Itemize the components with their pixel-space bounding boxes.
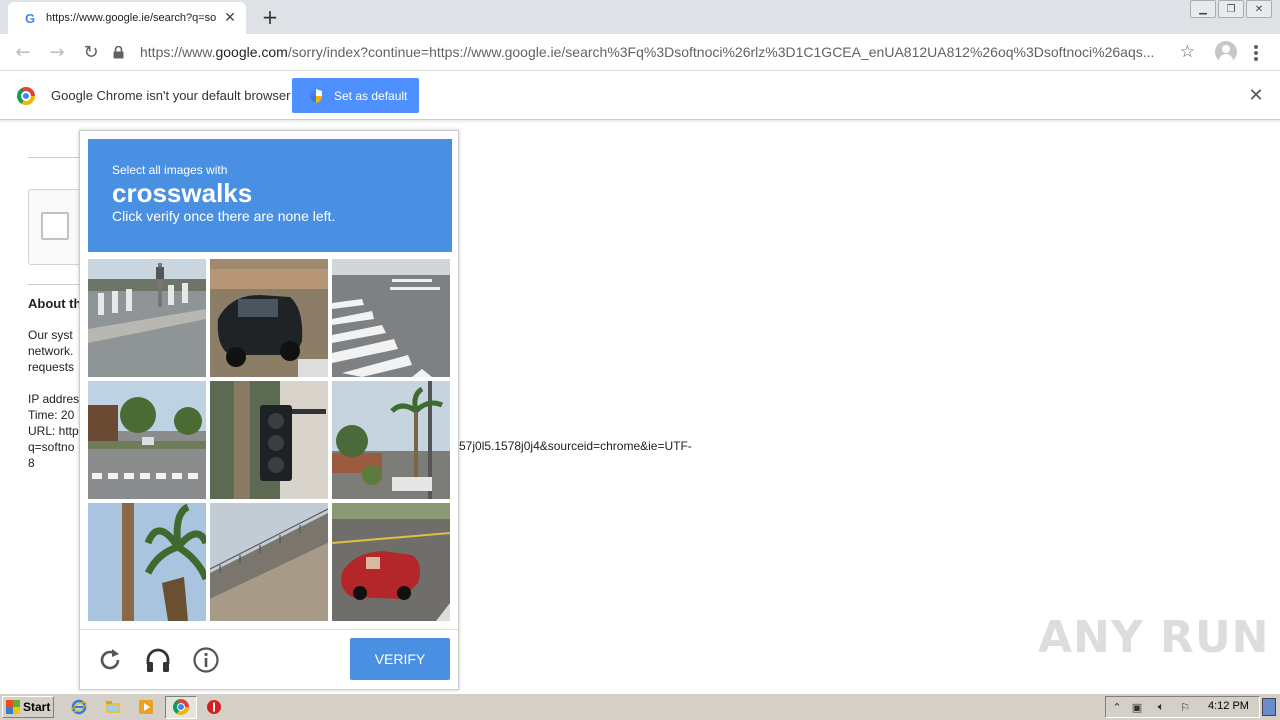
info-line: Time: 20: [28, 408, 75, 422]
chrome-taskbar-button[interactable]: [165, 696, 197, 719]
windows-logo-icon: [6, 700, 20, 714]
tile-street-corner-crosswalk[interactable]: [88, 259, 206, 377]
tray-expand-icon[interactable]: ⌃: [1110, 700, 1124, 714]
tile-palm-tree-street[interactable]: [332, 381, 450, 499]
network-icon[interactable]: ▣: [1130, 700, 1144, 714]
explanation-line: requests: [28, 360, 75, 374]
default-browser-infobar: Google Chrome isn't your default browser…: [0, 72, 1280, 120]
challenge-footer: VERIFY: [80, 629, 458, 689]
tab-title: https://www.google.ie/search?q=so: [46, 12, 217, 24]
info-line: IP addres: [28, 392, 80, 406]
close-window-icon[interactable]: ✕: [1246, 0, 1272, 18]
about-heading: About th: [28, 296, 82, 311]
chrome-logo-icon: [17, 87, 35, 105]
stop-record-icon[interactable]: [205, 698, 223, 716]
chrome-icon: [173, 699, 189, 715]
tab-strip: G https://www.google.ie/search?q=so ✕ + …: [0, 0, 1280, 34]
tab-close-icon[interactable]: ✕: [222, 10, 238, 26]
help-info-icon[interactable]: [192, 646, 220, 674]
challenge-subtext: Click verify once there are none left.: [112, 208, 336, 224]
uac-shield-icon: [310, 88, 322, 103]
volume-icon[interactable]: 🔈︎: [1154, 700, 1168, 714]
recaptcha-checkbox[interactable]: [41, 212, 69, 240]
infobar-close-icon[interactable]: ✕: [1247, 85, 1265, 106]
action-center-flag-icon[interactable]: ⚐: [1178, 700, 1192, 714]
internet-explorer-icon[interactable]: [70, 698, 88, 716]
media-player-icon[interactable]: [137, 698, 155, 716]
address-bar[interactable]: https://www.google.com/sorry/index?conti…: [110, 38, 1205, 66]
browser-tab[interactable]: G https://www.google.ie/search?q=so ✕: [8, 2, 246, 34]
challenge-target: crosswalks: [112, 178, 253, 208]
bookmark-star-icon[interactable]: ☆: [1180, 42, 1195, 62]
restore-icon[interactable]: ❐: [1218, 0, 1244, 18]
audio-challenge-icon[interactable]: [144, 646, 172, 674]
profile-avatar-icon[interactable]: [1215, 41, 1237, 63]
browser-toolbar: ← → ↻ https://www.google.com/sorry/index…: [0, 34, 1280, 71]
set-as-default-button[interactable]: Set as default: [292, 78, 419, 113]
explanation-line: network.: [28, 344, 74, 358]
back-icon[interactable]: ←: [8, 37, 38, 67]
explorer-folder-icon[interactable]: [104, 698, 122, 716]
taskbar-clock: 4:12 PM: [1208, 700, 1249, 712]
info-line: q=softno: [28, 440, 75, 454]
info-line: URL: http: [28, 424, 79, 438]
image-grid: [88, 259, 452, 623]
infobar-message: Google Chrome isn't your default browser: [51, 88, 291, 103]
start-label: Start: [23, 700, 51, 714]
url-tail-text: 57j0l5.1578j0j4&sourceid=chrome&ie=UTF-: [459, 439, 692, 453]
set-as-default-label: Set as default: [334, 88, 408, 103]
tile-palm-tree[interactable]: [88, 503, 206, 621]
forward-icon[interactable]: →: [42, 37, 72, 67]
tile-residential-crosswalk[interactable]: [88, 381, 206, 499]
info-line: 8: [28, 456, 35, 470]
challenge-instruction: Select all images with: [112, 163, 228, 177]
lock-icon: [110, 44, 126, 60]
tile-crosswalk-stripes[interactable]: [332, 259, 450, 377]
verify-button[interactable]: VERIFY: [350, 638, 450, 680]
taskbar: Start ⌃ ▣ 🔈︎ ⚐ 4:12 PM: [0, 693, 1280, 720]
tile-overpass-bridge[interactable]: [210, 503, 328, 621]
reload-icon[interactable]: ↻: [76, 37, 106, 67]
new-tab-icon[interactable]: +: [258, 5, 282, 29]
window-controls: ▁ ❐ ✕: [1188, 0, 1272, 18]
chrome-menu-icon[interactable]: [1252, 43, 1260, 63]
tile-red-convertible[interactable]: [332, 503, 450, 621]
minimize-icon[interactable]: ▁: [1190, 0, 1216, 18]
tile-traffic-light[interactable]: [210, 381, 328, 499]
url-text: https://www.google.com/sorry/index?conti…: [140, 44, 1155, 60]
anyrun-watermark: ANY RUN: [1038, 612, 1270, 663]
reload-challenge-icon[interactable]: [96, 646, 124, 674]
tile-black-suv[interactable]: [210, 259, 328, 377]
google-favicon-icon: G: [24, 10, 36, 26]
challenge-header: Select all images with crosswalks Click …: [88, 139, 452, 252]
explanation-line: Our syst: [28, 328, 73, 342]
show-desktop-button[interactable]: [1262, 698, 1276, 716]
recaptcha-challenge: Select all images with crosswalks Click …: [79, 130, 459, 690]
start-button[interactable]: Start: [2, 696, 54, 718]
